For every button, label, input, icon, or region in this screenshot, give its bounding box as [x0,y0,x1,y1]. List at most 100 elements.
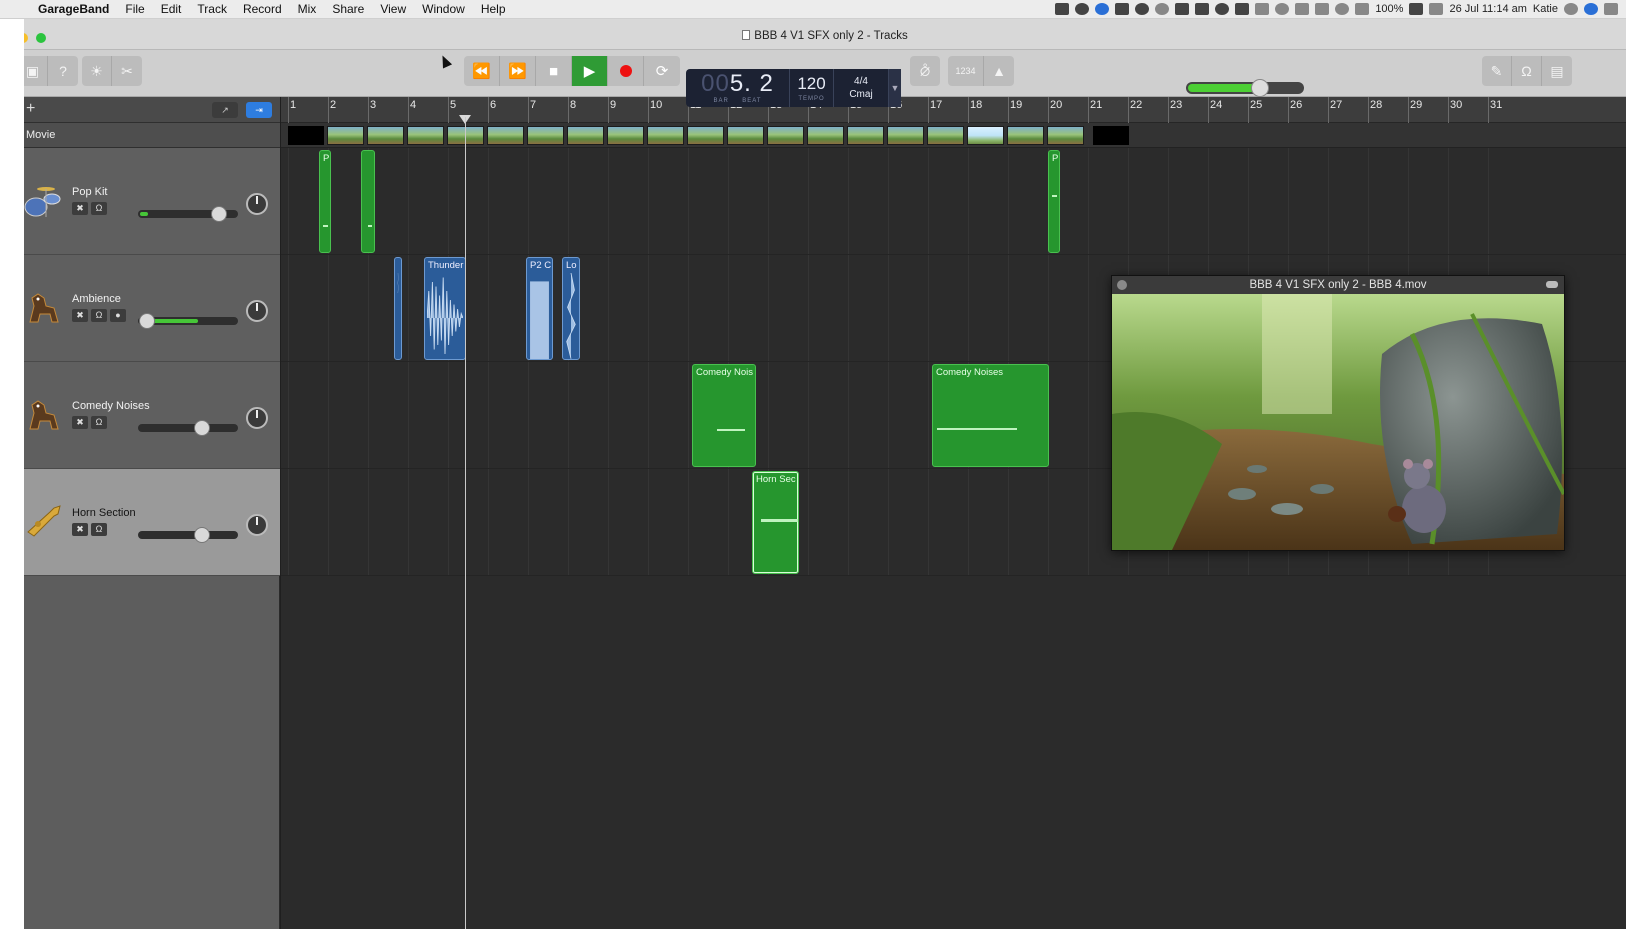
mute-button[interactable]: ✖ [72,202,88,215]
menu-garageband[interactable]: GarageBand [30,2,117,16]
solo-button[interactable]: Ω [91,202,107,215]
siri-icon[interactable] [1584,3,1598,15]
airplay-icon[interactable] [1315,3,1330,15]
menu-track[interactable]: Track [189,2,235,16]
movie-thumbnail-strip[interactable] [281,123,1626,148]
dropbox-icon[interactable] [1175,3,1190,15]
battery-percent[interactable]: 100% [1375,3,1403,15]
movie-close-button[interactable] [1117,280,1127,290]
movie-window-title-bar[interactable]: BBB 4 V1 SFX only 2 - BBB 4.mov [1112,276,1564,294]
menu-record[interactable]: Record [235,2,290,16]
sync-icon[interactable] [1135,3,1150,15]
lane-pop-kit[interactable]: P P [281,148,1626,255]
bluetooth-icon[interactable] [1295,3,1310,15]
solo-button[interactable]: Ω [91,309,107,322]
volume-knob[interactable] [193,527,210,543]
metronome-button[interactable]: ▲ [984,56,1014,86]
flex-button[interactable]: ⇥ [246,102,272,118]
track-header-pop-kit[interactable]: Pop Kit ✖ Ω [24,148,280,255]
region-ambience-1[interactable] [394,257,402,360]
mute-button[interactable]: ✖ [72,523,88,536]
volume-slider[interactable] [138,313,238,329]
lcd-display[interactable]: 005. 2 BAR BEAT 120 TEMPO 4/4 Cmaj ▼ [686,69,901,107]
notepad-button[interactable]: ✎ [1482,56,1512,86]
record-button[interactable] [608,56,644,86]
region-comedy-noises-2[interactable]: Comedy Noises [932,364,1049,467]
region-pop-kit-1[interactable]: P [319,150,331,253]
media-browser-button[interactable]: ▤ [1542,56,1572,86]
volume-knob[interactable] [210,206,227,222]
volume-knob[interactable] [193,420,210,436]
solo-button[interactable]: Ω [91,416,107,429]
master-volume-slider[interactable] [1186,79,1304,97]
region-pop-kit-2[interactable] [361,150,375,253]
automation-button[interactable]: ↗ [212,102,238,118]
movie-window[interactable]: BBB 4 V1 SFX only 2 - BBB 4.mov [1111,275,1565,551]
time-machine-icon[interactable] [1275,3,1290,15]
tuner-button[interactable]: ⦲ [910,56,940,86]
spotlight-icon[interactable] [1564,3,1578,15]
movie-resize-button[interactable] [1546,281,1558,288]
menu-help[interactable]: Help [473,2,514,16]
library-button[interactable]: ▣ [24,56,48,86]
count-in-button[interactable]: 1234 [948,56,984,86]
battery-icon[interactable] [1409,3,1424,15]
track-header-ambience[interactable]: Ambience ✖ Ω ● [24,255,280,362]
lcd-tempo[interactable]: 120 TEMPO [790,69,834,107]
clock[interactable]: 26 Jul 11:14 am [1449,3,1526,15]
forward-button[interactable]: ⏩ [500,56,536,86]
track-header-horn-section[interactable]: Horn Section ✖ Ω [24,469,280,576]
region-comedy-noises-1[interactable]: Comedy Nois [692,364,756,467]
menu-view[interactable]: View [372,2,414,16]
screen-record-icon[interactable] [1055,3,1070,15]
record-enable-button[interactable]: ● [110,309,126,322]
mute-button[interactable]: ✖ [72,309,88,322]
lcd-menu-button[interactable]: ▼ [889,69,901,107]
region-lo[interactable]: Lo [562,257,580,360]
evernote-icon[interactable] [1235,3,1250,15]
pan-knob[interactable] [246,514,268,536]
volume-slider[interactable] [138,420,238,436]
ruler[interactable]: 1234567891011121314151617181920212223242… [281,97,1626,123]
movie-track-header[interactable]: Movie [24,123,280,148]
volume-knob[interactable] [138,313,155,329]
stop-button[interactable]: ■ [536,56,572,86]
creative-cloud-icon[interactable] [1215,3,1230,15]
display-icon[interactable] [1429,3,1444,15]
loop-browser-button[interactable]: Ω [1512,56,1542,86]
menu-window[interactable]: Window [414,2,473,16]
playhead[interactable] [465,117,466,929]
pan-knob[interactable] [246,407,268,429]
menu-mix[interactable]: Mix [290,2,325,16]
skype-icon[interactable] [1075,3,1090,15]
pan-knob[interactable] [246,300,268,322]
menu-file[interactable]: File [117,2,152,16]
region-pop-kit-3[interactable]: P [1048,150,1060,253]
track-header-comedy-noises[interactable]: Comedy Noises ✖ Ω [24,362,280,469]
camera-icon[interactable] [1115,3,1130,15]
play-button[interactable]: ▶ [572,56,608,86]
cycle-button[interactable]: ⟳ [644,56,680,86]
user-name[interactable]: Katie [1533,3,1558,15]
volume-slider[interactable] [138,206,238,222]
solo-button[interactable]: Ω [91,523,107,536]
lcd-position[interactable]: 005. 2 BAR BEAT [686,69,790,107]
editors-button[interactable]: ✂ [112,56,142,86]
quick-help-button[interactable]: ? [48,56,78,86]
region-horn-section[interactable]: Horn Sec [752,471,799,574]
volume-icon[interactable] [1355,3,1370,15]
lcd-signature-key[interactable]: 4/4 Cmaj [834,69,889,107]
add-track-button[interactable]: + [26,101,35,117]
master-volume-knob[interactable] [1250,79,1269,97]
mute-button[interactable]: ✖ [72,416,88,429]
smart-controls-button[interactable]: ☀ [82,56,112,86]
clipboard-icon[interactable] [1095,3,1110,15]
rewind-button[interactable]: ⏪ [464,56,500,86]
menu-edit[interactable]: Edit [153,2,190,16]
menu-share[interactable]: Share [324,2,372,16]
region-thunder[interactable]: Thunder [424,257,466,360]
chat-icon[interactable] [1195,3,1210,15]
vpn-icon[interactable] [1155,3,1170,15]
volume-slider[interactable] [138,527,238,543]
region-p2c[interactable]: P2 C [526,257,553,360]
